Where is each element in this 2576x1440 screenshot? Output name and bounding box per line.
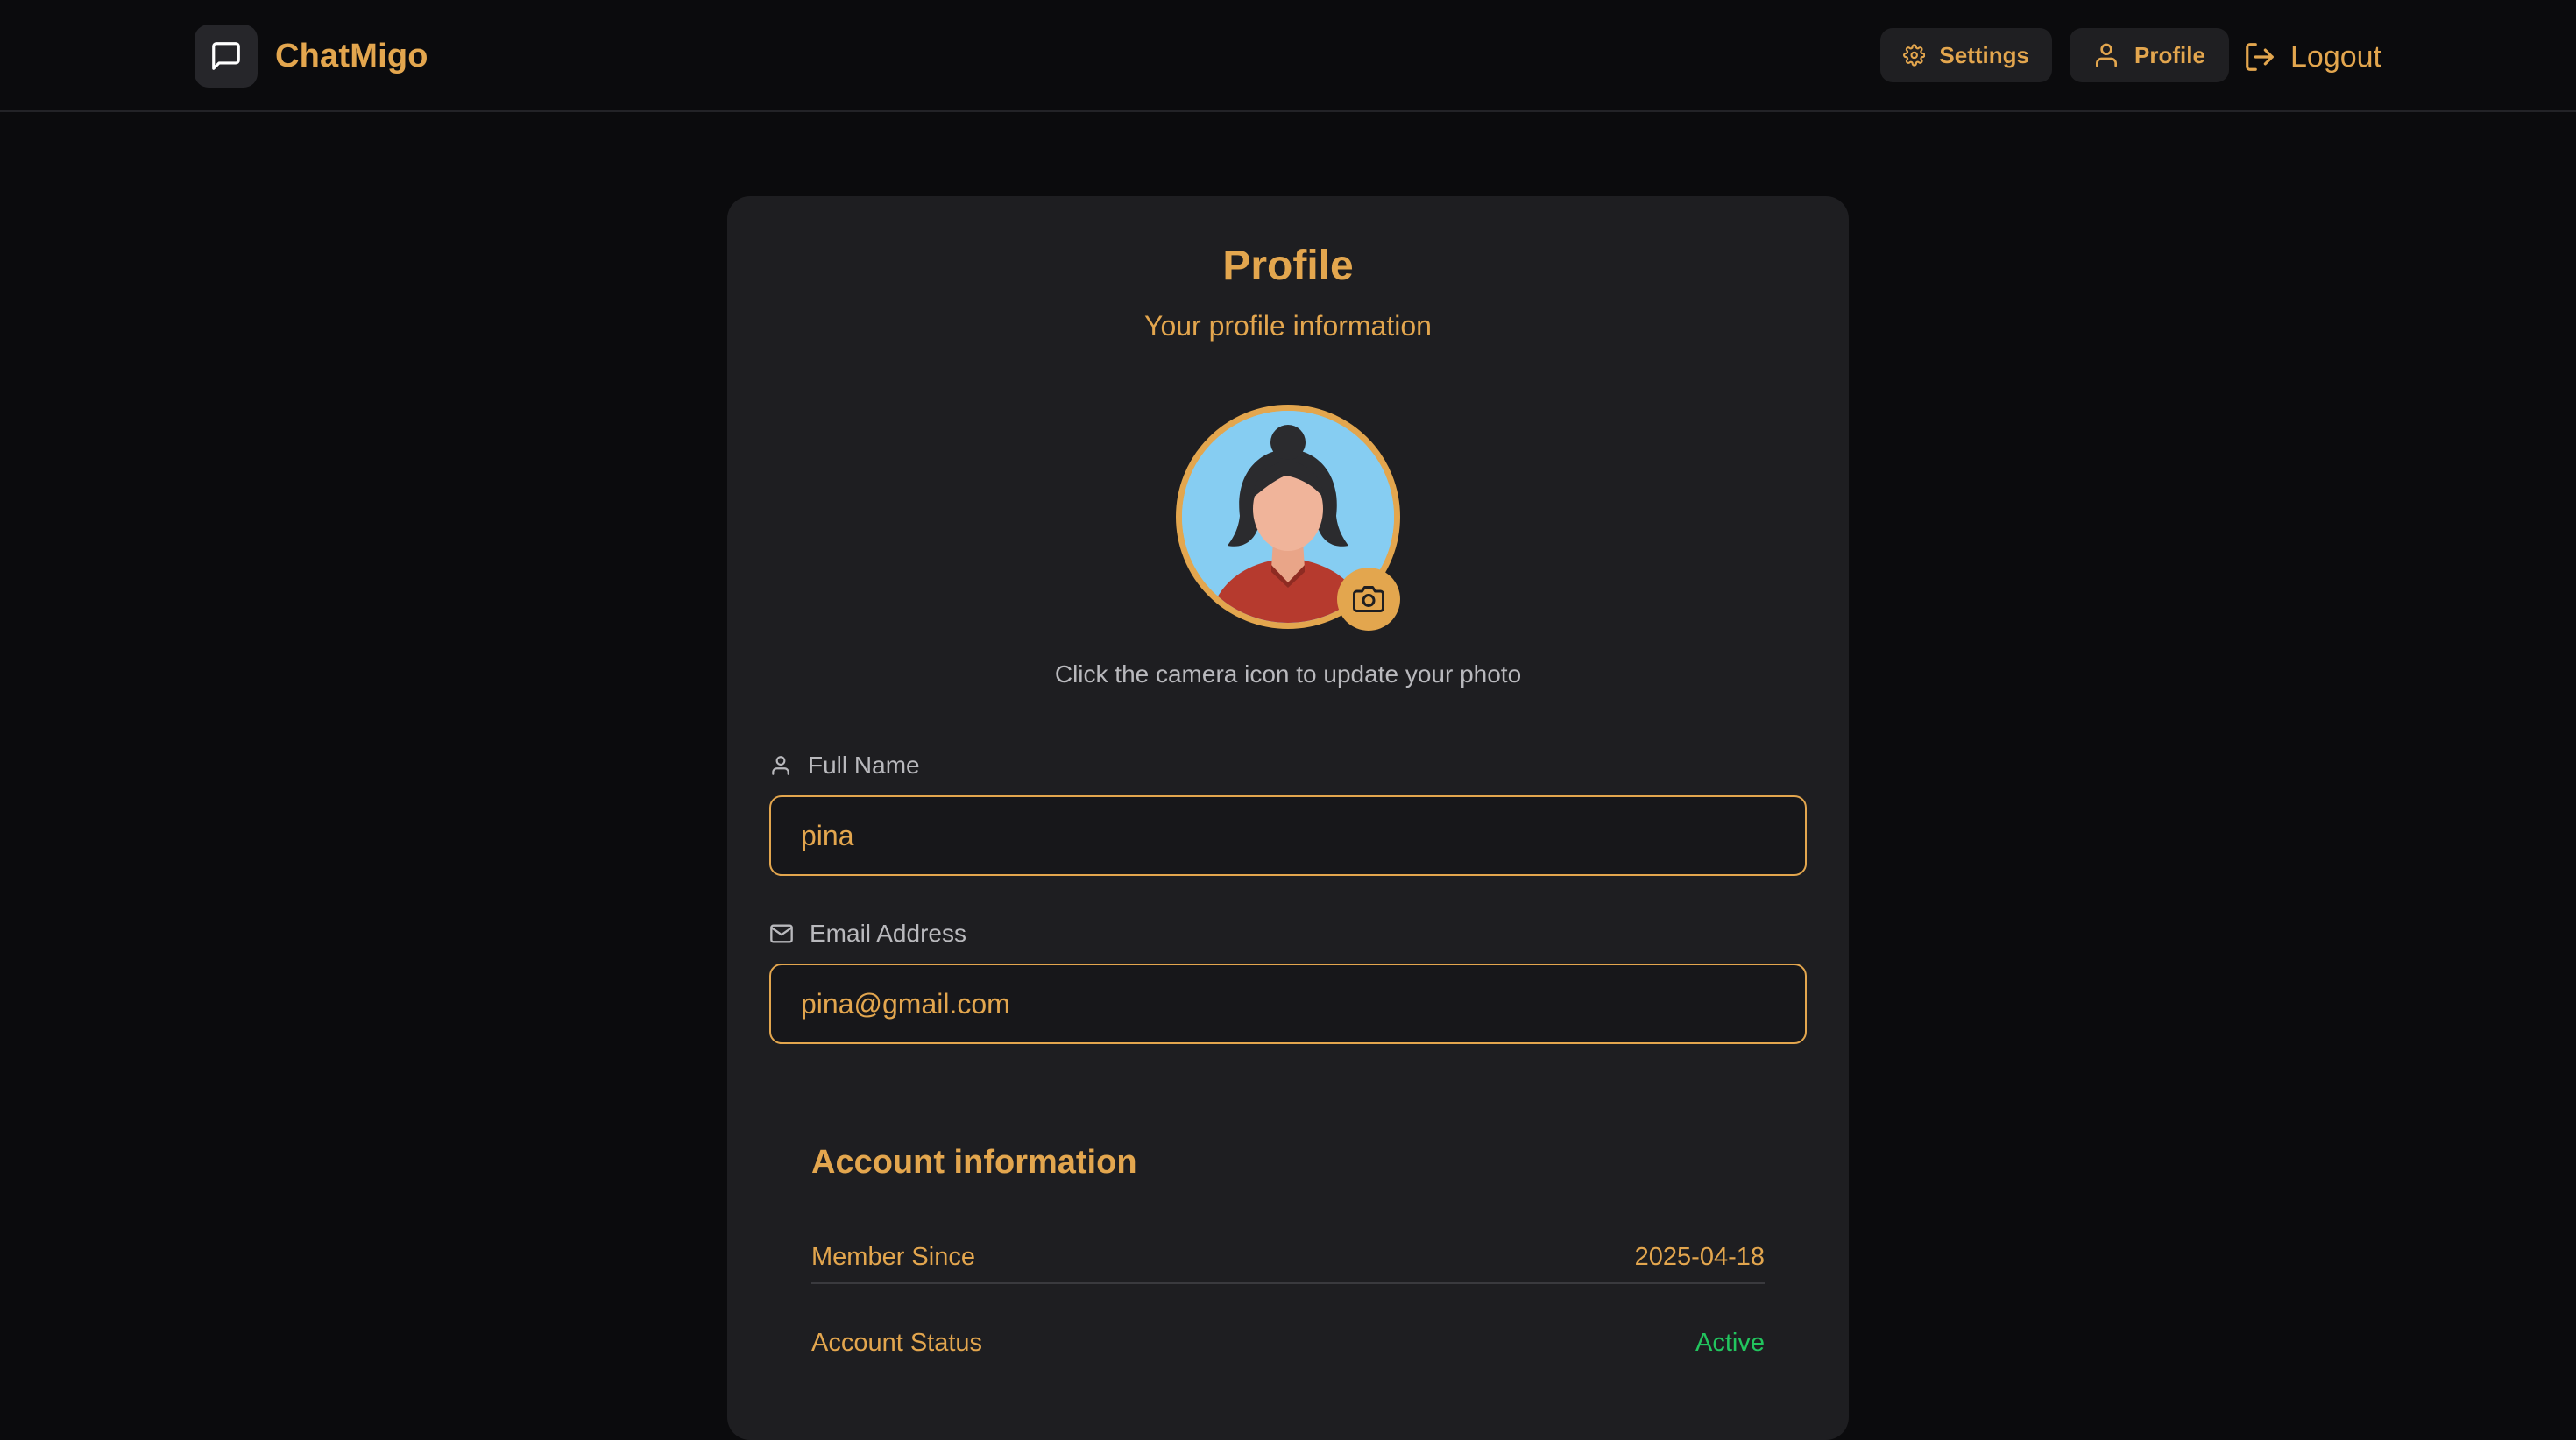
full-name-label: Full Name (769, 752, 920, 780)
full-name-field[interactable]: pina (769, 795, 1807, 876)
camera-button[interactable] (1337, 568, 1400, 631)
profile-label: Profile (2134, 41, 2205, 68)
settings-label: Settings (1939, 41, 2029, 68)
message-square-icon (195, 25, 258, 88)
full-name-label-text: Full Name (808, 752, 920, 779)
status-badge: Active (1695, 1328, 1765, 1357)
brand-name: ChatMigo (275, 37, 428, 74)
photo-hint: Click the camera icon to update your pho… (1054, 660, 1522, 688)
logout-button[interactable]: Logout (2243, 30, 2381, 84)
profile-button[interactable]: Profile (2070, 28, 2229, 82)
profile-card: Profile Your profile information Click t… (727, 196, 1849, 1440)
member-since-row: Member Since 2025-04-18 (811, 1235, 1765, 1279)
logout-label: Logout (2290, 39, 2381, 74)
page-subtitle: Your profile information (1144, 310, 1432, 342)
camera-icon (1353, 586, 1384, 612)
account-info-title: Account information (811, 1144, 1137, 1181)
mail-icon (770, 924, 793, 943)
gear-icon (1903, 44, 1926, 67)
user-icon (772, 756, 789, 775)
brand[interactable]: ChatMigo (195, 25, 428, 88)
logout-icon (2246, 43, 2274, 71)
divider (811, 1282, 1765, 1284)
user-icon (2096, 43, 2117, 67)
avatar-container (1176, 405, 1400, 631)
page-title: Profile (1222, 243, 1354, 289)
settings-button[interactable]: Settings (1880, 28, 2052, 82)
member-since-value: 2025-04-18 (1634, 1242, 1765, 1271)
account-status-row: Account Status Active (811, 1321, 1765, 1365)
email-label: Email Address (769, 920, 966, 948)
top-navbar: ChatMigo Settings Profile Logout (0, 0, 2576, 112)
email-field[interactable]: pina@gmail.com (769, 964, 1807, 1044)
email-label-text: Email Address (810, 920, 966, 947)
account-status-label: Account Status (811, 1328, 983, 1357)
member-since-label: Member Since (811, 1242, 975, 1271)
